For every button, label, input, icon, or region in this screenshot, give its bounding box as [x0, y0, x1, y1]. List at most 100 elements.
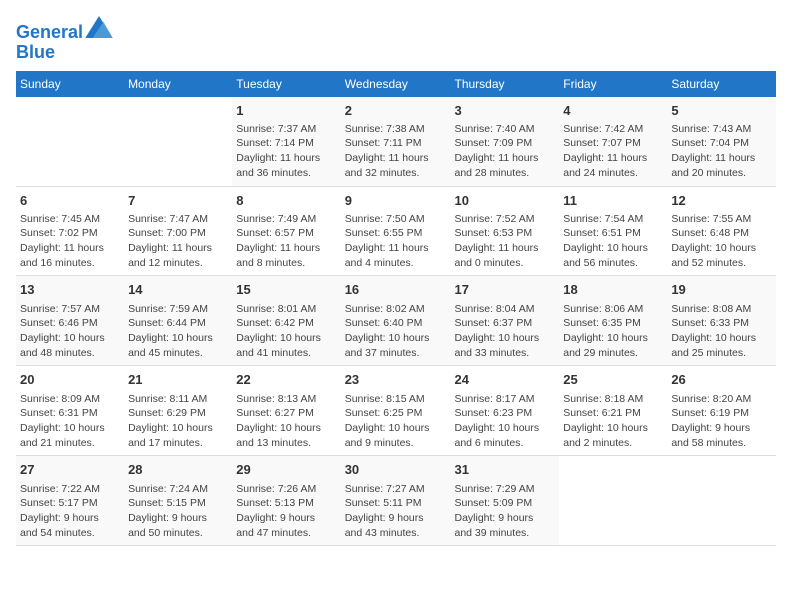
day-number: 14: [128, 281, 228, 299]
calendar-cell: 22Sunrise: 8:13 AM Sunset: 6:27 PM Dayli…: [232, 366, 340, 456]
day-number: 26: [671, 371, 772, 389]
calendar-cell: 28 Sunrise: 7:24 AM Sunset: 5:15 PM Dayli…: [124, 456, 232, 546]
day-number: 3: [454, 102, 555, 120]
day-info: Sunrise: 7:49 AM Sunset: 6:57 PM Dayligh…: [236, 212, 336, 271]
day-number: 29: [236, 461, 336, 479]
day-number: 25: [563, 371, 663, 389]
day-info: Sunrise: 8:17 AM Sunset: 6:23 PM Dayligh…: [454, 392, 555, 451]
day-info: Sunrise: 8:11 AM Sunset: 6:29 PM Dayligh…: [128, 392, 228, 451]
calendar-cell: 2Sunrise: 7:38 AM Sunset: 7:11 PM Daylig…: [341, 97, 451, 186]
calendar-cell: 27 Sunrise: 7:22 AM Sunset: 5:17 PM Dayli…: [16, 456, 124, 546]
calendar-cell: 29 Sunrise: 7:26 AM Sunset: 5:13 PM Dayli…: [232, 456, 340, 546]
calendar-cell: 21Sunrise: 8:11 AM Sunset: 6:29 PM Dayli…: [124, 366, 232, 456]
day-info: Sunrise: 8:20 AM Sunset: 6:19 PM Dayligh…: [671, 392, 772, 451]
day-info: Sunrise: 8:01 AM Sunset: 6:42 PM Dayligh…: [236, 302, 336, 361]
calendar-cell: 12 Sunrise: 7:55 AM Sunset: 6:48 PM Dayli…: [667, 186, 776, 276]
day-number: 16: [345, 281, 447, 299]
calendar-cell: 20 Sunrise: 8:09 AM Sunset: 6:31 PM Dayli…: [16, 366, 124, 456]
day-number: 31: [454, 461, 555, 479]
weekday-header-wednesday: Wednesday: [341, 71, 451, 97]
day-info: Sunrise: 8:15 AM Sunset: 6:25 PM Dayligh…: [345, 392, 447, 451]
calendar-cell: 15 Sunrise: 8:01 AM Sunset: 6:42 PM Dayli…: [232, 276, 340, 366]
day-number: 17: [454, 281, 555, 299]
week-row-5: 27 Sunrise: 7:22 AM Sunset: 5:17 PM Dayli…: [16, 456, 776, 546]
calendar-cell: 30 Sunrise: 7:27 AM Sunset: 5:11 PM Dayli…: [341, 456, 451, 546]
day-info: Sunrise: 7:42 AM Sunset: 7:07 PM Dayligh…: [563, 122, 663, 181]
weekday-header-sunday: Sunday: [16, 71, 124, 97]
week-row-1: 1Sunrise: 7:37 AM Sunset: 7:14 PM Daylig…: [16, 97, 776, 186]
day-number: 23: [345, 371, 447, 389]
day-number: 11: [563, 192, 663, 210]
day-info: Sunrise: 7:40 AM Sunset: 7:09 PM Dayligh…: [454, 122, 555, 181]
day-number: 15: [236, 281, 336, 299]
day-info: Sunrise: 7:26 AM Sunset: 5:13 PM Dayligh…: [236, 482, 336, 541]
day-number: 9: [345, 192, 447, 210]
header-row: SundayMondayTuesdayWednesdayThursdayFrid…: [16, 71, 776, 97]
calendar-cell: [559, 456, 667, 546]
calendar-cell: 17 Sunrise: 8:04 AM Sunset: 6:37 PM Dayli…: [450, 276, 559, 366]
calendar-cell: 19 Sunrise: 8:08 AM Sunset: 6:33 PM Dayli…: [667, 276, 776, 366]
day-number: 22: [236, 371, 336, 389]
day-number: 19: [671, 281, 772, 299]
day-info: Sunrise: 7:22 AM Sunset: 5:17 PM Dayligh…: [20, 482, 120, 541]
day-number: 30: [345, 461, 447, 479]
day-info: Sunrise: 8:09 AM Sunset: 6:31 PM Dayligh…: [20, 392, 120, 451]
calendar-cell: 24 Sunrise: 8:17 AM Sunset: 6:23 PM Dayli…: [450, 366, 559, 456]
calendar-cell: 14 Sunrise: 7:59 AM Sunset: 6:44 PM Dayli…: [124, 276, 232, 366]
day-info: Sunrise: 8:04 AM Sunset: 6:37 PM Dayligh…: [454, 302, 555, 361]
day-info: Sunrise: 7:38 AM Sunset: 7:11 PM Dayligh…: [345, 122, 447, 181]
day-info: Sunrise: 7:47 AM Sunset: 7:00 PM Dayligh…: [128, 212, 228, 271]
day-number: 24: [454, 371, 555, 389]
weekday-header-tuesday: Tuesday: [232, 71, 340, 97]
day-number: 13: [20, 281, 120, 299]
day-number: 18: [563, 281, 663, 299]
day-info: Sunrise: 7:29 AM Sunset: 5:09 PM Dayligh…: [454, 482, 555, 541]
day-number: 27: [20, 461, 120, 479]
day-number: 10: [454, 192, 555, 210]
calendar-cell: 26 Sunrise: 8:20 AM Sunset: 6:19 PM Dayli…: [667, 366, 776, 456]
calendar-cell: 31 Sunrise: 7:29 AM Sunset: 5:09 PM Dayli…: [450, 456, 559, 546]
day-number: 20: [20, 371, 120, 389]
calendar-cell: 8 Sunrise: 7:49 AM Sunset: 6:57 PM Daylig…: [232, 186, 340, 276]
logo-text: GeneralBlue: [16, 20, 113, 63]
week-row-2: 6Sunrise: 7:45 AM Sunset: 7:02 PM Daylig…: [16, 186, 776, 276]
day-info: Sunrise: 7:52 AM Sunset: 6:53 PM Dayligh…: [454, 212, 555, 271]
calendar-cell: 11Sunrise: 7:54 AM Sunset: 6:51 PM Dayli…: [559, 186, 667, 276]
day-number: 12: [671, 192, 772, 210]
day-number: 4: [563, 102, 663, 120]
day-info: Sunrise: 7:57 AM Sunset: 6:46 PM Dayligh…: [20, 302, 120, 361]
day-info: Sunrise: 7:37 AM Sunset: 7:14 PM Dayligh…: [236, 122, 336, 181]
calendar-cell: 6Sunrise: 7:45 AM Sunset: 7:02 PM Daylig…: [16, 186, 124, 276]
day-number: 5: [671, 102, 772, 120]
day-info: Sunrise: 7:59 AM Sunset: 6:44 PM Dayligh…: [128, 302, 228, 361]
day-info: Sunrise: 8:02 AM Sunset: 6:40 PM Dayligh…: [345, 302, 447, 361]
weekday-header-monday: Monday: [124, 71, 232, 97]
day-info: Sunrise: 7:27 AM Sunset: 5:11 PM Dayligh…: [345, 482, 447, 541]
calendar-cell: [124, 97, 232, 186]
logo: GeneralBlue: [16, 20, 113, 63]
day-info: Sunrise: 8:18 AM Sunset: 6:21 PM Dayligh…: [563, 392, 663, 451]
day-info: Sunrise: 7:50 AM Sunset: 6:55 PM Dayligh…: [345, 212, 447, 271]
day-info: Sunrise: 7:24 AM Sunset: 5:15 PM Dayligh…: [128, 482, 228, 541]
calendar-cell: 18Sunrise: 8:06 AM Sunset: 6:35 PM Dayli…: [559, 276, 667, 366]
calendar-cell: 16 Sunrise: 8:02 AM Sunset: 6:40 PM Dayli…: [341, 276, 451, 366]
page-header: GeneralBlue: [16, 16, 776, 63]
day-info: Sunrise: 7:55 AM Sunset: 6:48 PM Dayligh…: [671, 212, 772, 271]
day-info: Sunrise: 8:08 AM Sunset: 6:33 PM Dayligh…: [671, 302, 772, 361]
calendar-table: SundayMondayTuesdayWednesdayThursdayFrid…: [16, 71, 776, 547]
calendar-cell: [667, 456, 776, 546]
calendar-cell: 13 Sunrise: 7:57 AM Sunset: 6:46 PM Dayli…: [16, 276, 124, 366]
day-number: 28: [128, 461, 228, 479]
weekday-header-friday: Friday: [559, 71, 667, 97]
day-number: 7: [128, 192, 228, 210]
calendar-cell: 3 Sunrise: 7:40 AM Sunset: 7:09 PM Daylig…: [450, 97, 559, 186]
calendar-cell: 10 Sunrise: 7:52 AM Sunset: 6:53 PM Dayli…: [450, 186, 559, 276]
day-number: 8: [236, 192, 336, 210]
calendar-cell: 25 Sunrise: 8:18 AM Sunset: 6:21 PM Dayli…: [559, 366, 667, 456]
calendar-cell: 7 Sunrise: 7:47 AM Sunset: 7:00 PM Daylig…: [124, 186, 232, 276]
weekday-header-thursday: Thursday: [450, 71, 559, 97]
day-number: 6: [20, 192, 120, 210]
weekday-header-saturday: Saturday: [667, 71, 776, 97]
calendar-cell: 9 Sunrise: 7:50 AM Sunset: 6:55 PM Daylig…: [341, 186, 451, 276]
week-row-3: 13 Sunrise: 7:57 AM Sunset: 6:46 PM Dayli…: [16, 276, 776, 366]
